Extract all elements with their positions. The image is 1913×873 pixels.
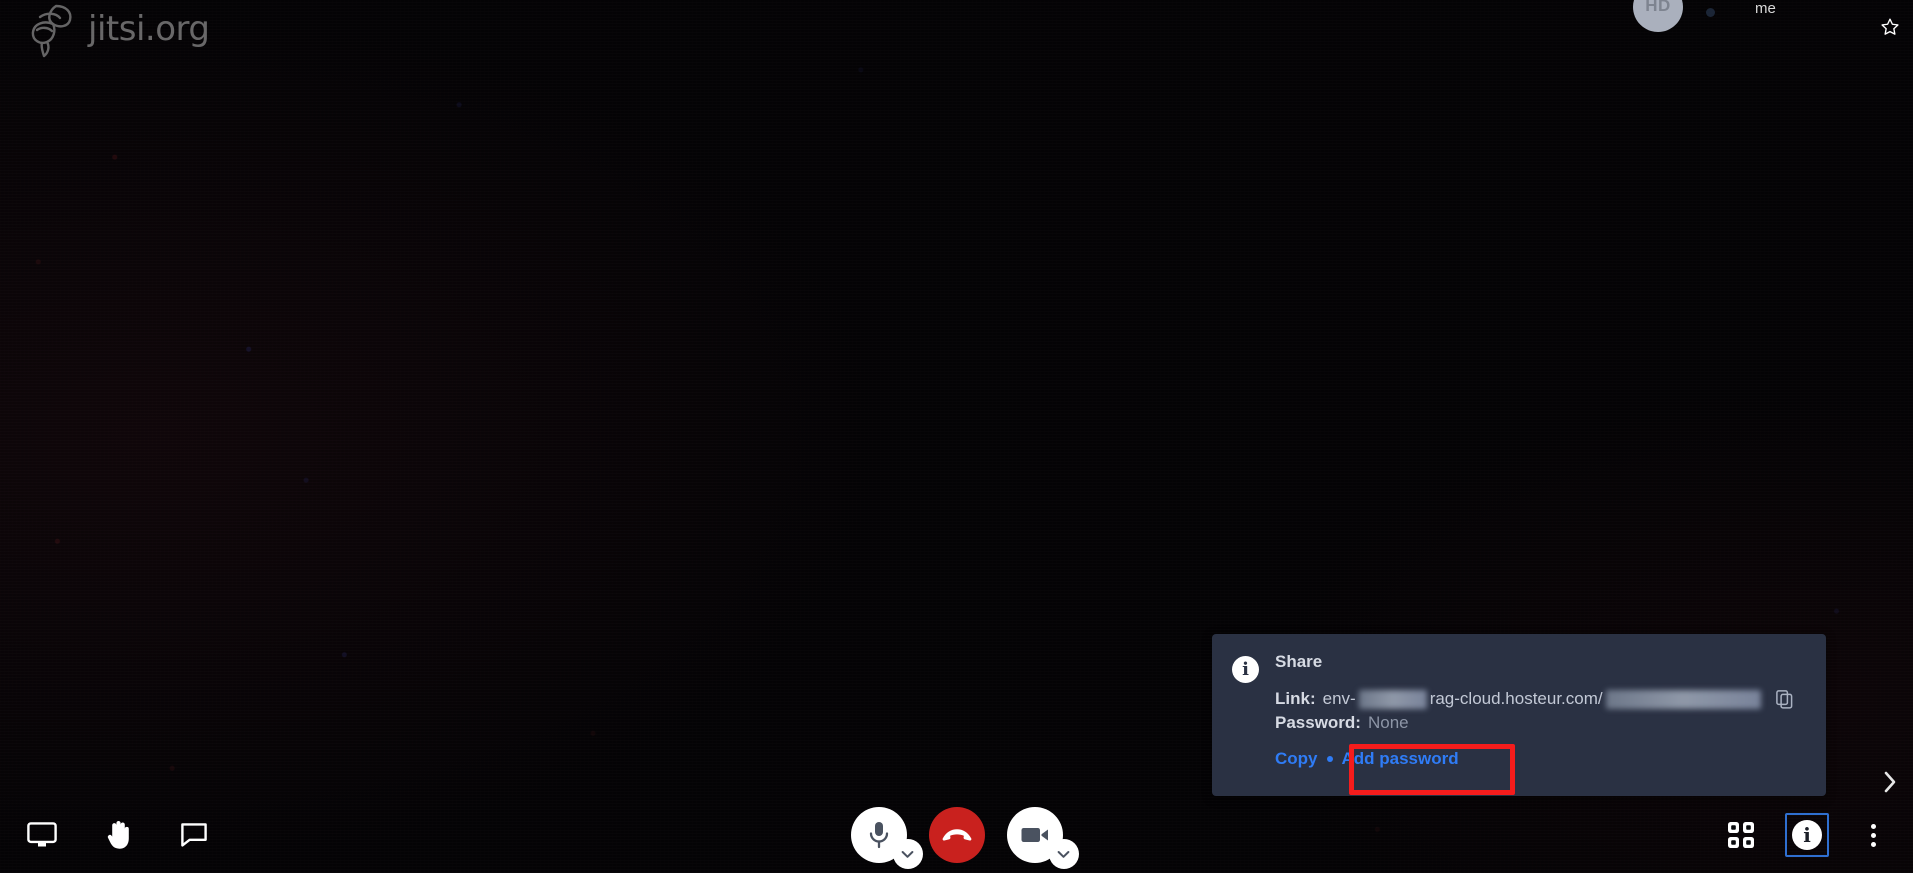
raise-hand-button[interactable] xyxy=(98,815,138,855)
more-actions-button[interactable] xyxy=(1851,813,1895,857)
monitor-icon xyxy=(27,822,57,847)
connection-indicator-dot-icon[interactable] xyxy=(1706,8,1715,17)
link-redaction-block-1 xyxy=(1358,689,1427,709)
star-outline-icon[interactable] xyxy=(1879,16,1901,38)
info-button-glyph: i xyxy=(1803,823,1811,847)
info-circle-icon: i xyxy=(1792,820,1822,850)
screen-share-button[interactable] xyxy=(22,815,62,855)
local-display-name: me xyxy=(1755,0,1776,17)
share-info-panel: i Share Link: env- rag-cloud.hosteur.com… xyxy=(1212,634,1826,796)
link-prefix: env- xyxy=(1322,689,1356,708)
toolbar-left-group xyxy=(22,797,214,873)
chat-bubble-icon xyxy=(181,823,207,847)
password-label: Password: xyxy=(1275,713,1361,732)
copy-link-icon-button[interactable] xyxy=(1774,688,1796,710)
camera-settings-dropdown[interactable] xyxy=(1048,839,1079,869)
local-thumbnail-overlay: HD me xyxy=(1583,0,1913,60)
link-domain: rag-cloud.hosteur.com/ xyxy=(1429,689,1603,708)
chevron-right-icon xyxy=(1884,771,1896,793)
raised-hand-icon xyxy=(107,821,129,849)
link-label: Link: xyxy=(1275,689,1316,708)
tile-view-button[interactable] xyxy=(1719,813,1763,857)
share-panel-title: Share xyxy=(1275,652,1323,671)
microphone-settings-dropdown[interactable] xyxy=(892,839,923,869)
hd-badge: HD xyxy=(1633,0,1683,32)
hangup-button[interactable] xyxy=(928,807,985,863)
jitsi-watermark[interactable]: jitsi.org xyxy=(26,0,210,58)
jitsi-meeting-stage: jitsi.org HD me i Share Link: env- rag-c… xyxy=(0,0,1913,873)
add-password-button[interactable]: Add password xyxy=(1342,749,1459,769)
info-circle-icon: i xyxy=(1232,656,1259,683)
copy-link-button[interactable]: Copy xyxy=(1275,749,1318,769)
password-value: None xyxy=(1367,713,1409,732)
microphone-icon xyxy=(869,822,888,849)
share-panel-actions: Copy Add password xyxy=(1275,749,1806,769)
meeting-password-row: Password: None xyxy=(1275,713,1806,733)
tile-view-icon xyxy=(1728,822,1754,848)
toolbar-right-group: i xyxy=(1719,797,1895,873)
phone-hangup-icon xyxy=(942,829,971,841)
microphone-button[interactable] xyxy=(850,807,923,869)
link-redaction-block-2 xyxy=(1605,689,1761,709)
chevron-down-icon xyxy=(901,850,914,858)
more-vertical-icon xyxy=(1870,823,1876,847)
chevron-down-icon xyxy=(1057,850,1070,858)
jitsi-knot-logo-icon xyxy=(31,4,72,58)
info-button[interactable]: i xyxy=(1785,813,1829,857)
chat-button[interactable] xyxy=(174,815,214,855)
video-camera-icon xyxy=(1021,828,1048,842)
hd-badge-label: HD xyxy=(1645,0,1671,15)
meeting-link-row: Link: env- rag-cloud.hosteur.com/ xyxy=(1275,688,1806,710)
info-glyph: i xyxy=(1242,658,1249,680)
watermark-label: jitsi.org xyxy=(88,9,210,49)
camera-button[interactable] xyxy=(1006,807,1079,869)
copy-icon xyxy=(1776,689,1793,709)
share-panel-body: Share Link: env- rag-cloud.hosteur.com/ … xyxy=(1275,650,1806,796)
bullet-dot-icon xyxy=(1326,756,1333,762)
